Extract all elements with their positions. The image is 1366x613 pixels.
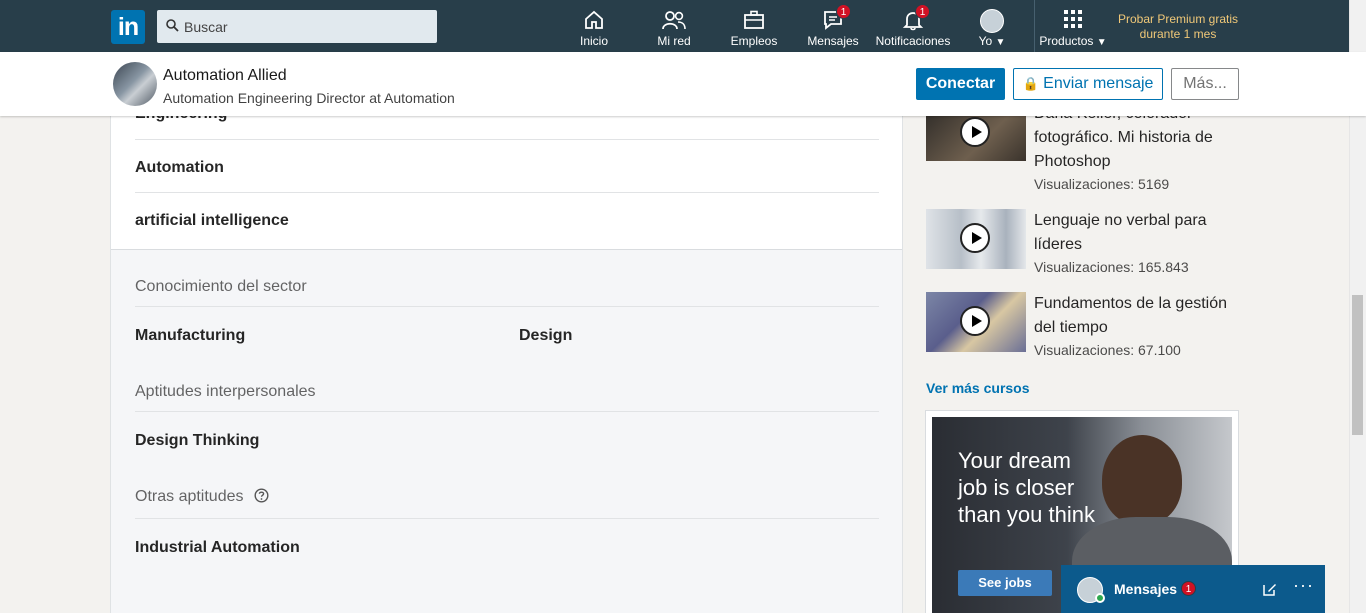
search-bar[interactable] xyxy=(157,10,437,43)
ad-headline: Your dream job is closer than you think xyxy=(958,448,1095,527)
course-item[interactable]: Fundamentos de la gestión del tiempo Vis… xyxy=(926,292,1246,362)
search-input[interactable] xyxy=(184,10,429,43)
divider xyxy=(135,306,879,307)
play-icon xyxy=(960,117,990,147)
course-item[interactable]: Dana Keller, colorador fotográfico. Mi h… xyxy=(926,105,1246,195)
divider xyxy=(135,139,879,140)
nav-item-notifications[interactable]: 1 Notificaciones xyxy=(872,0,954,52)
course-views: Visualizaciones: 67.100 xyxy=(1034,342,1181,358)
course-views: Visualizaciones: 165.843 xyxy=(1034,259,1189,275)
nav-item-label: Inicio xyxy=(579,34,608,48)
home-icon xyxy=(585,10,603,29)
network-icon xyxy=(662,11,686,30)
skill-item[interactable]: Manufacturing xyxy=(135,327,245,345)
other-skills-label: Otras aptitudes xyxy=(135,488,244,505)
chevron-down-icon: ▼ xyxy=(1096,37,1107,48)
search-icon xyxy=(166,19,179,32)
lock-icon: 🔒 xyxy=(1022,76,1039,91)
help-icon[interactable] xyxy=(254,488,269,503)
divider xyxy=(135,192,879,193)
skills-categories-panel: Conocimiento del sector Manufacturing De… xyxy=(111,249,902,613)
linkedin-logo[interactable]: in xyxy=(111,10,145,44)
nav-item-label: Mensajes xyxy=(807,34,859,48)
profile-name: Automation Allied xyxy=(163,67,287,84)
nav-item-jobs[interactable]: Empleos xyxy=(726,0,782,52)
send-message-label: Enviar mensaje xyxy=(1043,75,1154,92)
course-title[interactable]: Lenguaje no verbal para líderes xyxy=(1034,209,1244,257)
compose-icon[interactable] xyxy=(1263,582,1277,596)
skill-item[interactable]: Design xyxy=(519,327,572,345)
skill-item[interactable]: Design Thinking xyxy=(135,432,259,450)
course-views: Visualizaciones: 5169 xyxy=(1034,176,1170,192)
nav-item-network[interactable]: Mi red xyxy=(646,0,702,52)
profile-headline: Automation Engineering Director at Autom… xyxy=(163,90,455,106)
premium-line1: Probar Premium gratis xyxy=(1117,12,1239,26)
nav-item-me[interactable]: Yo ▼ xyxy=(970,0,1014,52)
online-status-dot xyxy=(1095,593,1105,603)
nav-item-products[interactable]: Productos ▼ xyxy=(1036,0,1110,52)
nav-item-label: Empleos xyxy=(730,34,778,48)
course-thumbnail[interactable] xyxy=(926,292,1026,352)
nav-item-label: Productos ▼ xyxy=(1039,34,1107,48)
notifications-badge: 1 xyxy=(915,4,930,19)
scrollbar-thumb[interactable] xyxy=(1352,295,1363,435)
other-skills-heading: Otras aptitudes xyxy=(135,488,269,506)
nav-item-messaging[interactable]: 1 Mensajes xyxy=(804,0,862,52)
messaging-badge: 1 xyxy=(836,4,851,19)
interpersonal-skills-heading: Aptitudes interpersonales xyxy=(135,383,316,400)
course-title[interactable]: Fundamentos de la gestión del tiempo xyxy=(1034,292,1244,340)
nav-item-label: Notificaciones xyxy=(875,34,951,48)
messaging-overlay[interactable]: Mensajes 1 ··· xyxy=(1061,565,1325,613)
send-message-button[interactable]: 🔒 Enviar mensaje xyxy=(1013,68,1163,100)
briefcase-icon xyxy=(744,10,764,29)
course-item[interactable]: Lenguaje no verbal para líderes Visualiz… xyxy=(926,209,1246,279)
play-icon xyxy=(960,306,990,336)
nav-item-home[interactable]: Inicio xyxy=(568,0,620,52)
messaging-overlay-badge: 1 xyxy=(1181,581,1196,596)
course-thumbnail[interactable] xyxy=(926,209,1026,269)
divider xyxy=(135,411,879,412)
chevron-down-icon: ▼ xyxy=(995,37,1006,48)
premium-line2: durante 1 mes xyxy=(1139,27,1217,41)
more-button[interactable]: Más... xyxy=(1171,68,1239,100)
skill-item[interactable]: Automation xyxy=(135,159,224,177)
divider xyxy=(135,518,879,519)
see-jobs-button[interactable]: See jobs xyxy=(958,570,1052,596)
nav-divider xyxy=(1034,0,1035,52)
avatar-icon xyxy=(980,9,1004,33)
connect-button[interactable]: Conectar xyxy=(916,68,1005,100)
skill-item[interactable]: Industrial Automation xyxy=(135,539,300,557)
industry-knowledge-heading: Conocimiento del sector xyxy=(135,278,307,295)
nav-item-label: Yo ▼ xyxy=(978,34,1006,48)
nav-item-label: Mi red xyxy=(657,34,691,48)
global-nav: in Inicio Mi red Empleos 1 Mensajes 1 No… xyxy=(0,0,1366,52)
profile-avatar[interactable] xyxy=(113,62,157,106)
ad-person-figure xyxy=(1102,435,1182,525)
premium-link[interactable]: Probar Premium gratis durante 1 mes xyxy=(1108,12,1248,42)
see-more-courses-link[interactable]: Ver más cursos xyxy=(926,380,1030,396)
skills-section: Engineering Automation artificial intell… xyxy=(110,100,903,613)
more-options-icon[interactable]: ··· xyxy=(1293,575,1314,596)
messaging-label: Mensajes xyxy=(1114,581,1178,597)
skill-item[interactable]: artificial intelligence xyxy=(135,212,289,230)
play-icon xyxy=(960,223,990,253)
grid-icon xyxy=(1064,10,1082,28)
